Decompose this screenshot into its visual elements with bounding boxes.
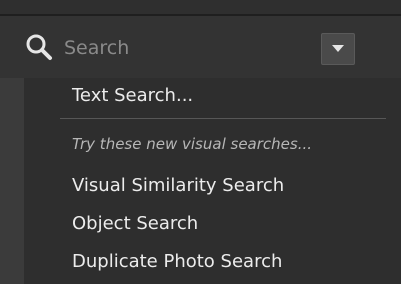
- menu-item-duplicate-photo-search[interactable]: Duplicate Photo Search: [72, 251, 282, 272]
- caret-down-icon: [332, 45, 344, 52]
- menu-divider: [60, 118, 386, 119]
- menu-item-text-search[interactable]: Text Search...: [72, 85, 193, 106]
- menu-item-object-search[interactable]: Object Search: [72, 213, 198, 234]
- search-input[interactable]: [60, 31, 310, 65]
- search-icon[interactable]: [24, 32, 54, 62]
- search-panel: Text Search... Try these new visual sear…: [0, 0, 401, 284]
- menu-item-visual-similarity-search[interactable]: Visual Similarity Search: [72, 175, 284, 196]
- top-strip: [0, 0, 401, 14]
- search-dropdown-button[interactable]: [321, 33, 355, 65]
- menu-hint: Try these new visual searches...: [72, 135, 313, 153]
